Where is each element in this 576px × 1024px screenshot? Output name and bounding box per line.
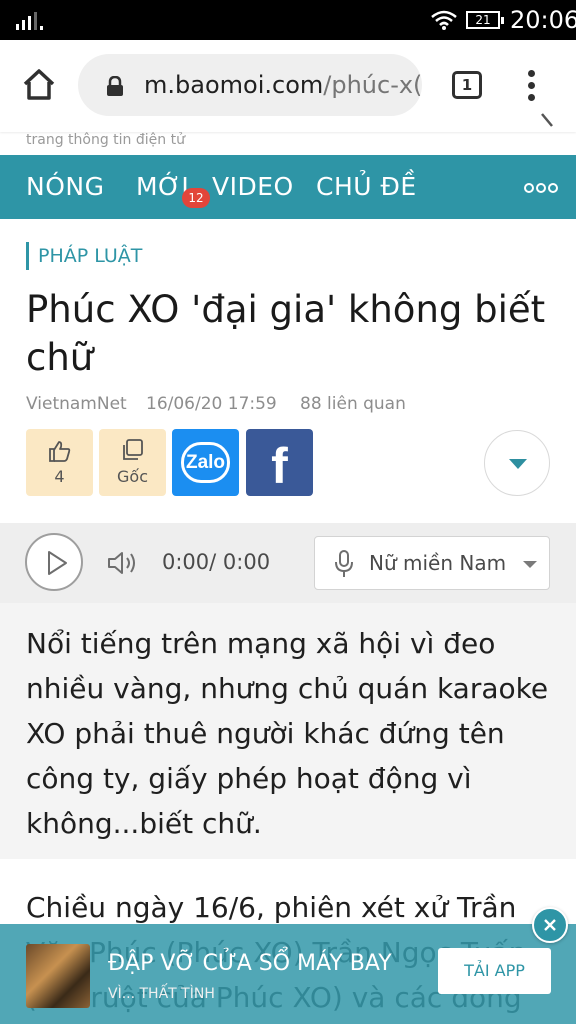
url-text: m.baomoi.com/phúc-x( <box>144 69 422 101</box>
tab-switcher-button[interactable]: 1 <box>452 71 482 99</box>
volume-icon[interactable] <box>106 549 138 577</box>
article-category[interactable]: PHÁP LUẬT <box>38 243 142 269</box>
article-lead: Nổi tiếng trên mạng xã hội vì đeo nhiều … <box>26 627 549 840</box>
play-button[interactable] <box>25 533 83 591</box>
article-source[interactable]: VietnamNet <box>26 393 127 415</box>
copy-icon <box>123 439 143 460</box>
home-icon[interactable] <box>18 64 60 106</box>
audio-time: 0:00/ 0:00 <box>162 550 271 574</box>
lock-icon <box>107 76 123 96</box>
audio-player: 0:00/ 0:00 Nữ miền Nam <box>0 523 576 603</box>
dropdown-caret-icon <box>523 561 537 568</box>
chevron-down-icon <box>509 459 527 469</box>
more-dots-icon[interactable] <box>524 182 558 194</box>
play-icon <box>48 551 67 575</box>
like-count: 4 <box>54 467 65 486</box>
wifi-icon <box>431 10 457 30</box>
promo-title: ĐẬP VỠ CỬA SỔ MÁY BAY <box>108 951 392 976</box>
promo-subtitle: VÌ... THẤT TÌNH <box>108 986 215 1002</box>
category-navbar: NÓNG MỚI VIDEO CHỦ ĐỀ <box>0 155 576 219</box>
like-button[interactable]: 4 <box>26 429 93 496</box>
original-source-button[interactable]: Gốc <box>99 429 166 496</box>
overflow-menu-icon[interactable] <box>520 68 542 104</box>
zalo-logo: Zalo <box>181 442 230 483</box>
signal-icon <box>16 12 43 30</box>
app-promo-banner[interactable]: ĐẬP VỠ CỬA SỔ MÁY BAY VÌ... THẤT TÌNH TẢ… <box>0 924 576 1024</box>
browser-toolbar: m.baomoi.com/phúc-x( 1 <box>0 40 576 132</box>
close-icon <box>544 919 556 931</box>
url-host: m.baomoi.com <box>144 71 324 99</box>
nav-item-hot[interactable]: NÓNG <box>26 172 104 202</box>
address-bar[interactable]: m.baomoi.com/phúc-x( <box>78 54 422 116</box>
voice-select[interactable]: Nữ miền Nam <box>314 536 550 590</box>
battery-indicator: 21 <box>466 11 504 29</box>
search-icon[interactable] <box>540 112 554 132</box>
close-banner-button[interactable] <box>532 907 568 943</box>
new-count-badge: 12 <box>182 188 210 208</box>
article-title: Phúc XO 'đại gia' không biết chữ <box>26 288 546 379</box>
thumbs-up-icon <box>49 441 71 462</box>
facebook-share-button[interactable]: f <box>246 429 313 496</box>
nav-item-video[interactable]: VIDEO <box>212 172 294 202</box>
status-bar: 21 20:06 <box>0 0 576 40</box>
promo-thumbnail <box>26 944 90 1008</box>
microphone-icon <box>335 550 353 577</box>
article-datetime: 16/06/20 17:59 <box>146 394 277 414</box>
facebook-logo: f <box>271 438 288 494</box>
zalo-share-button[interactable]: Zalo <box>172 429 239 496</box>
article-lead-block: Nổi tiếng trên mạng xã hội vì đeo nhiều … <box>0 603 576 859</box>
related-count[interactable]: 88 liên quan <box>300 393 406 415</box>
download-app-button[interactable]: TẢI APP <box>438 948 551 994</box>
expand-actions-button[interactable] <box>484 430 550 496</box>
category-accent-bar <box>26 242 29 270</box>
nav-item-topics[interactable]: CHỦ ĐỀ <box>316 172 417 202</box>
voice-select-value: Nữ miền Nam <box>369 551 507 575</box>
status-clock: 20:06 <box>510 6 576 34</box>
site-tagline: trang thông tin điện tử <box>26 132 185 148</box>
original-source-label: Gốc <box>117 467 148 486</box>
url-path: /phúc-x( <box>323 71 422 99</box>
